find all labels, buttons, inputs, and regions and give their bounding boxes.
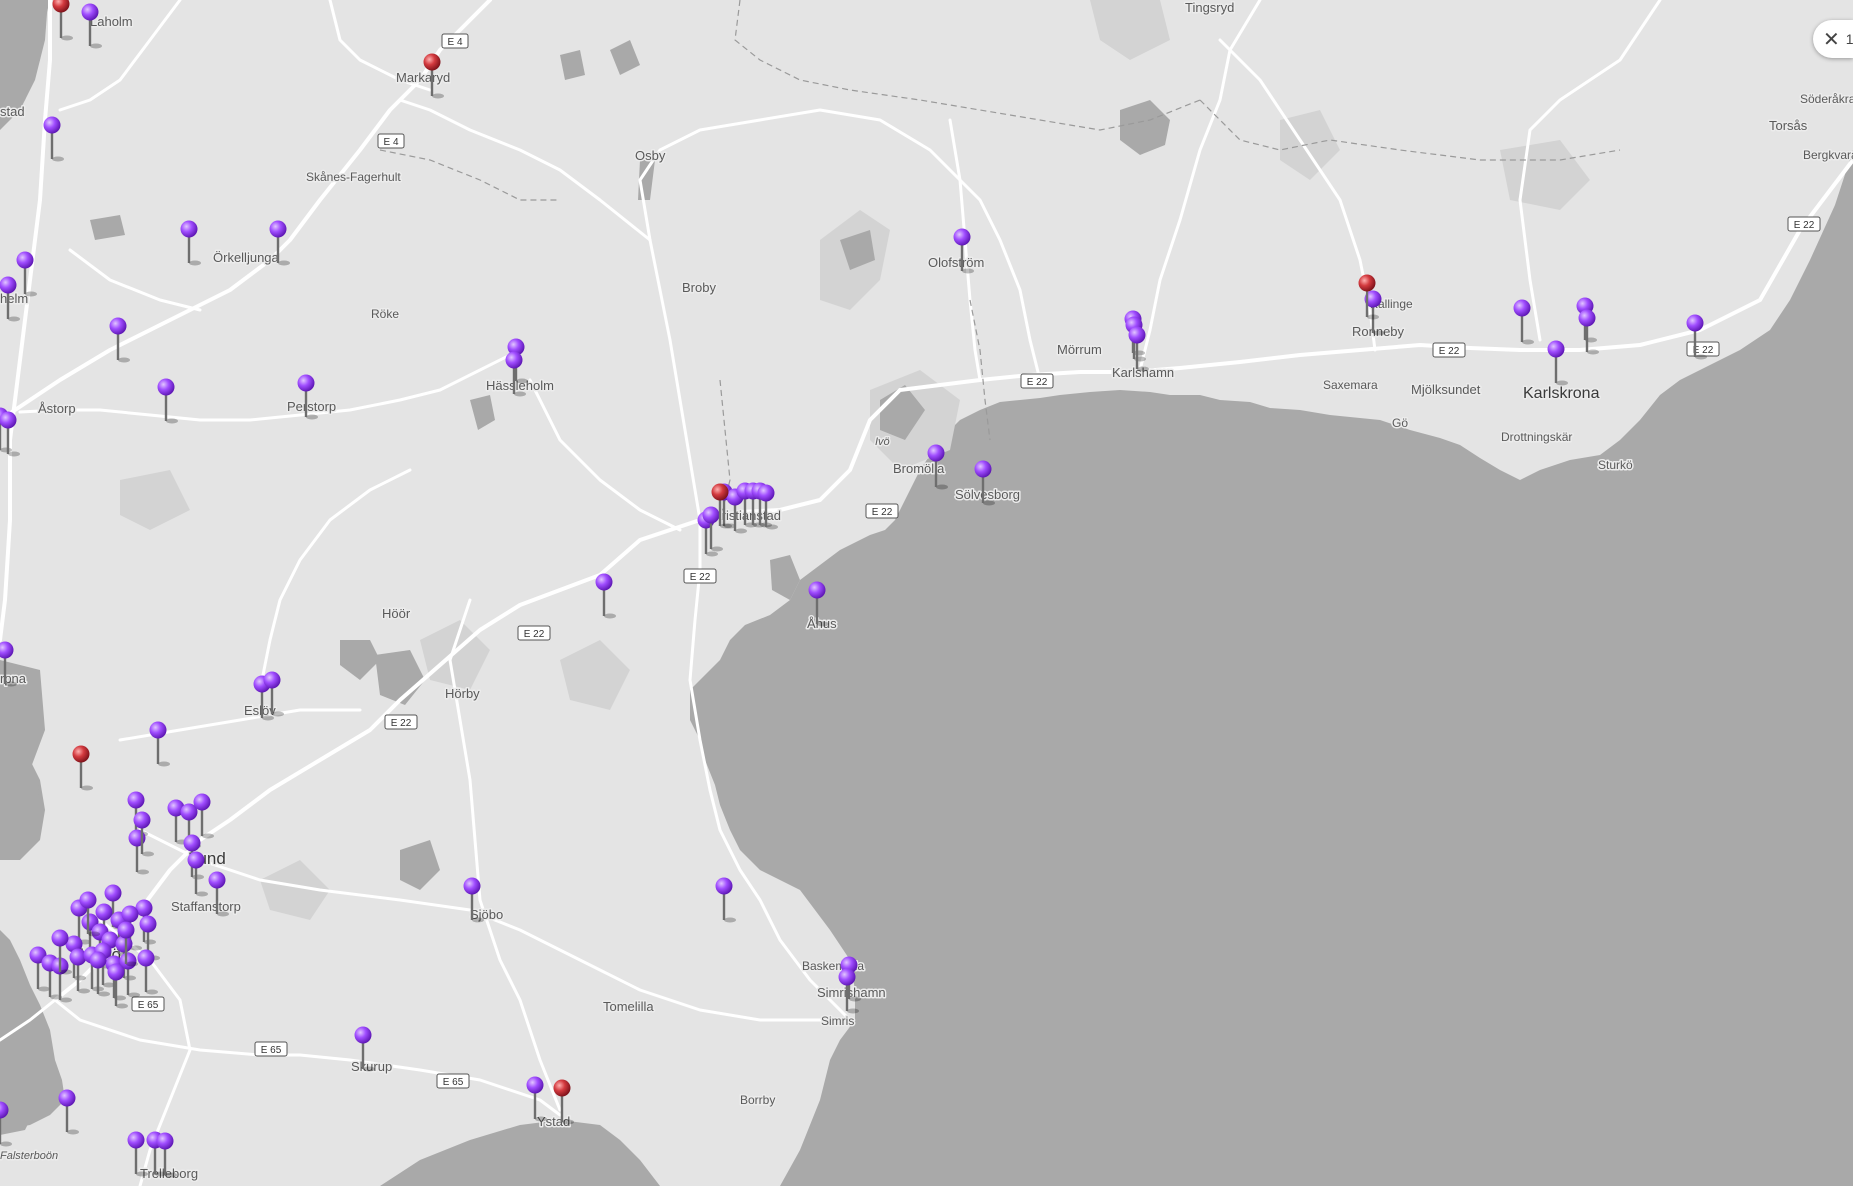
place-label: Röke: [371, 307, 399, 321]
place-label: Mjölksundet: [1411, 382, 1481, 397]
place-label: Bergkvara: [1803, 148, 1853, 162]
road-shield-label: E 65: [138, 1000, 159, 1011]
map-canvas[interactable]: E 4 E 4 E 22 E 22 E 22 E 22 E 22 E 22 E …: [0, 0, 1853, 1186]
place-label: Söderåkra: [1800, 92, 1853, 106]
place-label: Saxemara: [1323, 378, 1378, 392]
place-label: Ivö: [875, 436, 890, 448]
place-label: Tingsryd: [1185, 0, 1234, 15]
road-shield-label: E 22: [872, 507, 893, 518]
place-label: Simris: [821, 1014, 854, 1028]
panel-count: 1: [1845, 31, 1853, 47]
place-label: Perstorp: [287, 399, 336, 414]
road-shield-label: E 4: [383, 137, 398, 148]
place-label: Borrby: [740, 1093, 775, 1107]
place-label: Karlskrona: [1523, 385, 1600, 402]
place-label: Markaryd: [396, 70, 450, 85]
place-label: Skånes-Fagerhult: [306, 170, 401, 184]
road-shield-label: E 22: [524, 629, 545, 640]
road-shield-label: E 22: [690, 572, 711, 583]
road-shield-label: E 22: [1794, 220, 1815, 231]
place-label: Åstorp: [38, 401, 76, 416]
place-label: Broby: [682, 280, 716, 295]
place-label: Sturkö: [1598, 458, 1633, 472]
place-label: Torsås: [1769, 118, 1808, 133]
place-label: Tomelilla: [603, 999, 654, 1014]
close-panel-button[interactable]: ✕ 1: [1813, 20, 1853, 58]
road-shield-label: E 22: [1439, 346, 1460, 357]
place-label: Skurup: [351, 1059, 392, 1074]
road-shield-label: E 4: [447, 37, 462, 48]
place-label: Örkelljunga: [213, 250, 280, 265]
close-icon: ✕: [1823, 27, 1840, 51]
place-label: Bromölla: [893, 461, 945, 476]
place-label: Höör: [382, 606, 411, 621]
road-shield-label: E 22: [391, 718, 412, 729]
place-label: Staffanstorp: [171, 899, 241, 914]
place-label: Olofström: [928, 255, 984, 270]
road-shield-label: E 65: [443, 1077, 464, 1088]
place-label: Gö: [1392, 416, 1408, 430]
road-shield-label: E 22: [1027, 377, 1048, 388]
place-label: Falsterboön: [0, 1150, 58, 1162]
road-shield-label: E 65: [261, 1045, 282, 1056]
place-label: stad: [0, 104, 25, 119]
place-label: Osby: [635, 148, 666, 163]
place-label: Hörby: [445, 686, 480, 701]
place-label: Drottningskär: [1501, 430, 1572, 444]
place-label: Mörrum: [1057, 342, 1102, 357]
place-label: Sölvesborg: [955, 487, 1020, 502]
